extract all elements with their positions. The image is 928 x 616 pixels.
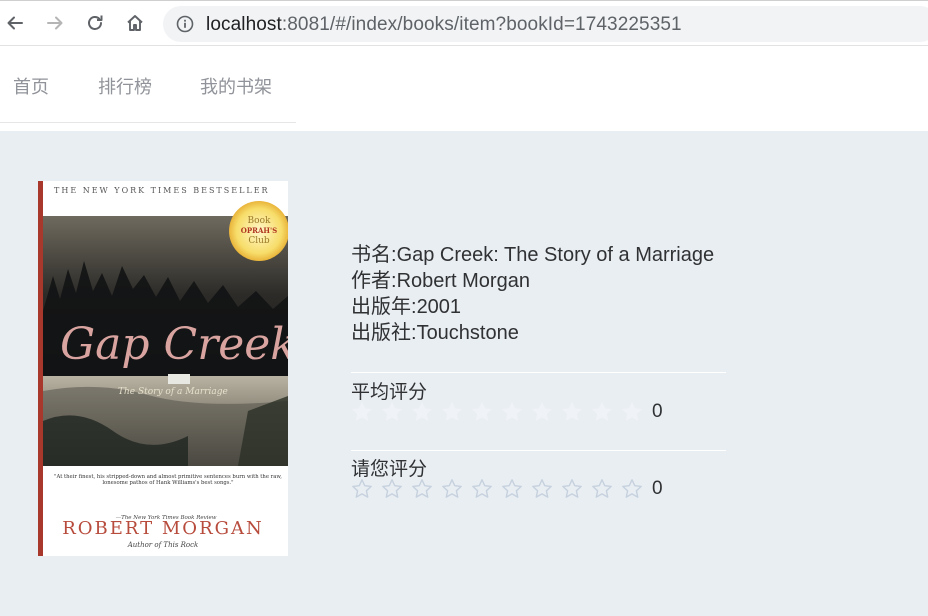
nav-item-my-bookshelf[interactable]: 我的书架 (200, 73, 272, 99)
cover-badge-book: Book (248, 216, 271, 226)
divider (351, 450, 726, 451)
cover-top-banner: THE NEW YORK TIMES BESTSELLER (54, 186, 270, 195)
book-author-row: 作者:Robert Morgan (351, 268, 731, 294)
nav-item-home[interactable]: 首页 (13, 73, 49, 99)
user-rating-star-icon[interactable] (381, 478, 403, 500)
cover-subtitle: The Story of a Marriage (118, 387, 228, 397)
url-host: localhost (206, 14, 282, 35)
reload-icon[interactable] (83, 11, 107, 35)
user-rating-value: 0 (652, 478, 663, 499)
browser-toolbar: localhost:8081/#/index/books/item?bookId… (0, 0, 928, 46)
home-icon[interactable] (123, 11, 147, 35)
book-detail-page: THE NEW YORK TIMES BESTSELLER Gap Creek … (0, 131, 928, 616)
url-text[interactable]: localhost:8081/#/index/books/item?bookId… (206, 14, 682, 36)
user-rating-stars[interactable]: 0 (351, 477, 663, 501)
average-rating-star-icon (382, 402, 402, 421)
average-rating-star-icon (532, 402, 552, 421)
average-rating-star-icon (562, 402, 582, 421)
app-header: 首页 排行榜 我的书架 (0, 46, 928, 131)
average-rating-value: 0 (652, 401, 663, 422)
book-title-row: 书名:Gap Creek: The Story of a Marriage (351, 242, 731, 268)
user-rating-star-icon[interactable] (621, 478, 643, 500)
cover-author-art: ROBERT MORGAN (62, 518, 264, 539)
average-rating-star-icon (592, 402, 612, 421)
back-arrow-icon[interactable] (3, 11, 27, 35)
user-rating-star-icon[interactable] (501, 478, 523, 500)
user-rating-star-icon[interactable] (441, 478, 463, 500)
book-year-label: 出版年: (351, 296, 417, 318)
cover-badge-oprah: OPRAH'S (241, 226, 277, 235)
book-cover-image: THE NEW YORK TIMES BESTSELLER Gap Creek … (38, 181, 288, 556)
cover-quote: "At their finest, his stripped-down and … (54, 474, 282, 487)
forward-arrow-icon[interactable] (43, 11, 67, 35)
user-rating-star-icon[interactable] (561, 478, 583, 500)
average-rating-stars: 0 (351, 400, 663, 424)
book-year: 2001 (416, 296, 462, 318)
site-info-icon[interactable] (176, 15, 194, 38)
average-rating-star-icon (442, 402, 462, 421)
user-rating-star-icon[interactable] (471, 478, 493, 500)
book-year-row: 出版年:2001 (351, 294, 731, 320)
book-author: Robert Morgan (396, 270, 530, 292)
book-publisher-label: 出版社: (351, 322, 417, 344)
book-info: 书名:Gap Creek: The Story of a Marriage 作者… (351, 242, 731, 346)
book-author-label: 作者: (351, 270, 397, 292)
nav-menu: 首页 排行榜 我的书架 (0, 46, 296, 123)
average-rating-star-icon (472, 402, 492, 421)
user-rating-star-icon[interactable] (411, 478, 433, 500)
cover-author-of: Author of This Rock (127, 541, 199, 549)
average-rating-star-icon (502, 402, 522, 421)
cover-badge-club: Club (248, 236, 270, 246)
user-rating-star-icon[interactable] (531, 478, 553, 500)
book-publisher: Touchstone (416, 322, 519, 344)
book-title-label: 书名: (351, 244, 397, 266)
average-rating-star-icon (352, 402, 372, 421)
cover-title-art: Gap Creek (60, 319, 288, 370)
nav-item-rankings[interactable]: 排行榜 (98, 73, 152, 99)
url-path: :8081/#/index/books/item?bookId=17432253… (281, 14, 682, 35)
book-publisher-row: 出版社:Touchstone (351, 320, 731, 346)
average-rating-star-icon (622, 402, 642, 421)
address-bar[interactable]: localhost:8081/#/index/books/item?bookId… (163, 6, 928, 42)
book-title: Gap Creek: The Story of a Marriage (396, 244, 715, 266)
user-rating-star-icon[interactable] (351, 478, 373, 500)
user-rating-star-icon[interactable] (591, 478, 613, 500)
divider (351, 372, 726, 373)
average-rating-star-icon (412, 402, 432, 421)
